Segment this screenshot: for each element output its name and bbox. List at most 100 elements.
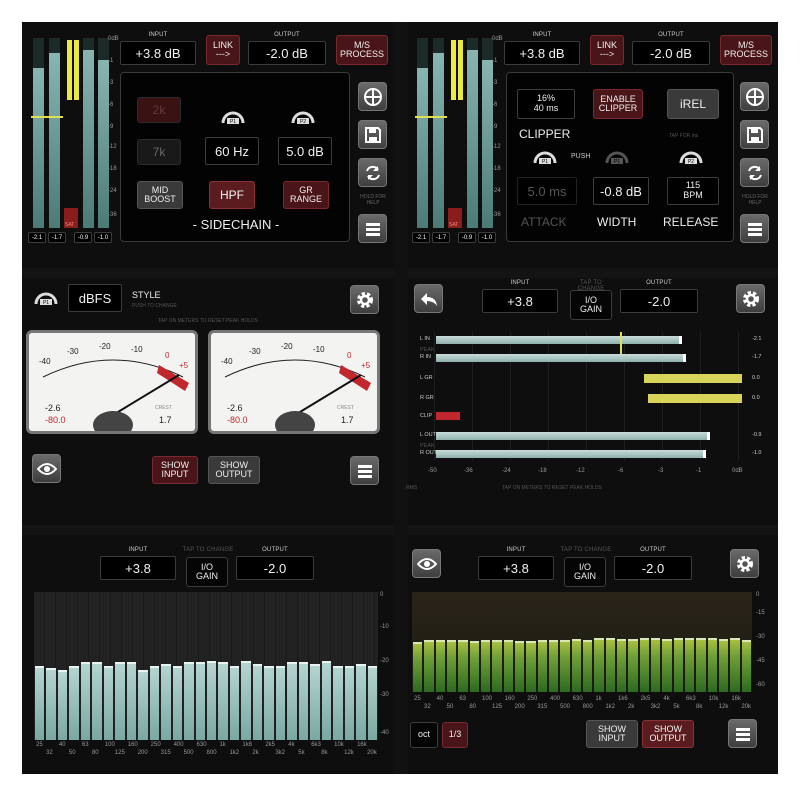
knob-p1-icon[interactable]: P1	[221, 109, 245, 125]
mix-time-display[interactable]: 16% 40 ms	[517, 89, 575, 119]
hpf-button[interactable]: HPF	[209, 181, 255, 209]
output-gain-display[interactable]: -2.0 dB	[248, 41, 326, 65]
band-bar	[321, 660, 332, 740]
show-output-button[interactable]: SHOW OUTPUT	[208, 456, 260, 484]
color-wheel-icon[interactable]	[358, 82, 387, 111]
io-gain-button[interactable]: I/O GAIN	[564, 557, 606, 587]
band-bar	[481, 640, 491, 692]
sat-label: SAT	[449, 222, 459, 228]
input-gain-display[interactable]: +3.8	[100, 556, 176, 580]
knob-p1-dim-icon[interactable]: P1	[605, 149, 629, 165]
eye-icon[interactable]	[32, 454, 61, 483]
freq-label: 1k	[595, 696, 602, 702]
io-gain-button[interactable]: I/O GAIN	[570, 290, 612, 320]
freq-label: 80	[469, 704, 477, 710]
meter-grid[interactable]	[434, 332, 744, 460]
link-button[interactable]: LINK --->	[590, 35, 624, 65]
ms-process-button[interactable]: M/S PROCESS	[336, 35, 388, 65]
meter-bar	[33, 68, 44, 228]
row-value: -1.0	[752, 450, 762, 456]
input-gain-display[interactable]: +3.8 dB	[120, 41, 196, 65]
octave-button[interactable]: oct	[410, 722, 438, 748]
back-arrow-icon[interactable]	[414, 284, 443, 313]
band-bar	[447, 639, 457, 692]
mid-boost-button[interactable]: MID BOOST	[137, 181, 183, 209]
output-gain-display[interactable]: -2.0	[614, 556, 692, 580]
freq-2k-button[interactable]: 2k	[137, 97, 181, 123]
knob-p2-icon[interactable]: P2	[291, 109, 315, 125]
width-display[interactable]: -0.8 dB	[593, 177, 649, 205]
band-bar	[218, 662, 228, 740]
freq-label: 63	[81, 742, 89, 748]
row-label: R GR	[420, 395, 434, 401]
save-icon[interactable]	[740, 120, 769, 149]
output-gain-display[interactable]: -2.0	[236, 556, 314, 580]
row-label: R OUT	[420, 450, 438, 456]
level-meters[interactable]: SAT	[30, 38, 114, 248]
show-input-button[interactable]: SHOW INPUT	[586, 720, 638, 748]
output-gain-display[interactable]: -2.0 dB	[632, 41, 710, 65]
input-gain-display[interactable]: +3.8	[478, 556, 554, 580]
freq-label: 6k3	[311, 742, 321, 748]
input-gain-display[interactable]: +3.8	[482, 289, 558, 313]
spectrum-plot[interactable]	[412, 592, 752, 692]
io-gain-button[interactable]: I/O GAIN	[186, 557, 228, 587]
settings-gear-icon[interactable]	[736, 284, 765, 313]
ms-process-button[interactable]: M/S PROCESS	[720, 35, 772, 65]
band-bar	[651, 637, 661, 692]
row-label: R IN	[420, 354, 431, 360]
freq-label: 160	[504, 696, 515, 702]
row-value: 0.0	[752, 375, 760, 381]
spectrum-plot[interactable]	[34, 592, 378, 740]
menu-icon[interactable]	[358, 214, 387, 243]
third-octave-button[interactable]: 1/3	[442, 722, 468, 748]
rms-value: -80.0	[227, 415, 248, 425]
settings-gear-icon[interactable]	[350, 285, 379, 314]
vu-meter-left[interactable]: -40 -30 -20 -10 0 +5 -2.6 -80.0 CREST 1.…	[26, 330, 198, 434]
menu-icon[interactable]	[740, 214, 769, 243]
band-bar	[605, 637, 615, 692]
refresh-icon[interactable]	[740, 158, 769, 187]
color-wheel-icon[interactable]	[740, 82, 769, 111]
hpf-frequency-display[interactable]: 60 Hz	[205, 137, 259, 165]
band-bar	[707, 637, 717, 692]
freq-7k-button[interactable]: 7k	[137, 139, 181, 165]
freq-axis-top: 25 40 63 100 160 250 400 630 1k 1k6 2k5 4k 6k3 10k 16k	[34, 742, 378, 750]
vu-meter-right[interactable]: -40 -30 -20 -10 0 +5 -2.6 -80.0 CREST 1.…	[208, 330, 380, 434]
band-bar	[549, 639, 559, 692]
irel-button[interactable]: iREL	[667, 89, 719, 119]
freq-label: 200	[137, 750, 148, 756]
meter-mode-display[interactable]: dBFS	[68, 284, 122, 312]
settings-gear-icon[interactable]	[730, 549, 759, 578]
knob-p1-icon[interactable]: P1	[34, 290, 58, 306]
attack-display[interactable]: 5.0 ms	[517, 177, 577, 205]
input-gain-display[interactable]: +3.8 dB	[504, 41, 580, 65]
menu-icon[interactable]	[350, 456, 379, 485]
output-label: OUTPUT	[646, 280, 672, 286]
release-display[interactable]: 115 BPM	[667, 177, 719, 205]
meter-bar	[433, 53, 444, 228]
rms-label: RMS	[406, 485, 418, 491]
save-icon[interactable]	[358, 120, 387, 149]
knob-p1-icon[interactable]: P1	[533, 149, 557, 165]
input-label: INPUT	[510, 280, 530, 286]
peak-value: -2.6	[227, 403, 243, 413]
show-input-button[interactable]: SHOW INPUT	[152, 456, 198, 484]
meter-bar	[417, 68, 428, 228]
sidechain-panel: 2k 7k P1 P2 60 Hz 5.0 dB MID BOOST HPF GR…	[120, 72, 350, 242]
output-label: OUTPUT	[262, 547, 288, 553]
enable-clipper-button[interactable]: ENABLE CLIPPER	[593, 89, 643, 119]
band-bar	[685, 637, 695, 692]
output-gain-display[interactable]: -2.0	[620, 289, 698, 313]
gr-range-button[interactable]: GR RANGE	[283, 181, 329, 209]
link-button[interactable]: LINK --->	[206, 35, 240, 65]
eye-icon[interactable]	[412, 549, 441, 578]
level-meters[interactable]: SAT	[414, 38, 498, 248]
menu-icon[interactable]	[728, 719, 757, 748]
knob-p2-icon[interactable]: P2	[679, 149, 703, 165]
band-bar	[149, 666, 160, 740]
gr-range-display[interactable]: 5.0 dB	[278, 137, 332, 165]
show-output-button[interactable]: SHOW OUTPUT	[642, 720, 694, 748]
freq-label: 1k6	[618, 696, 628, 702]
refresh-icon[interactable]	[358, 158, 387, 187]
